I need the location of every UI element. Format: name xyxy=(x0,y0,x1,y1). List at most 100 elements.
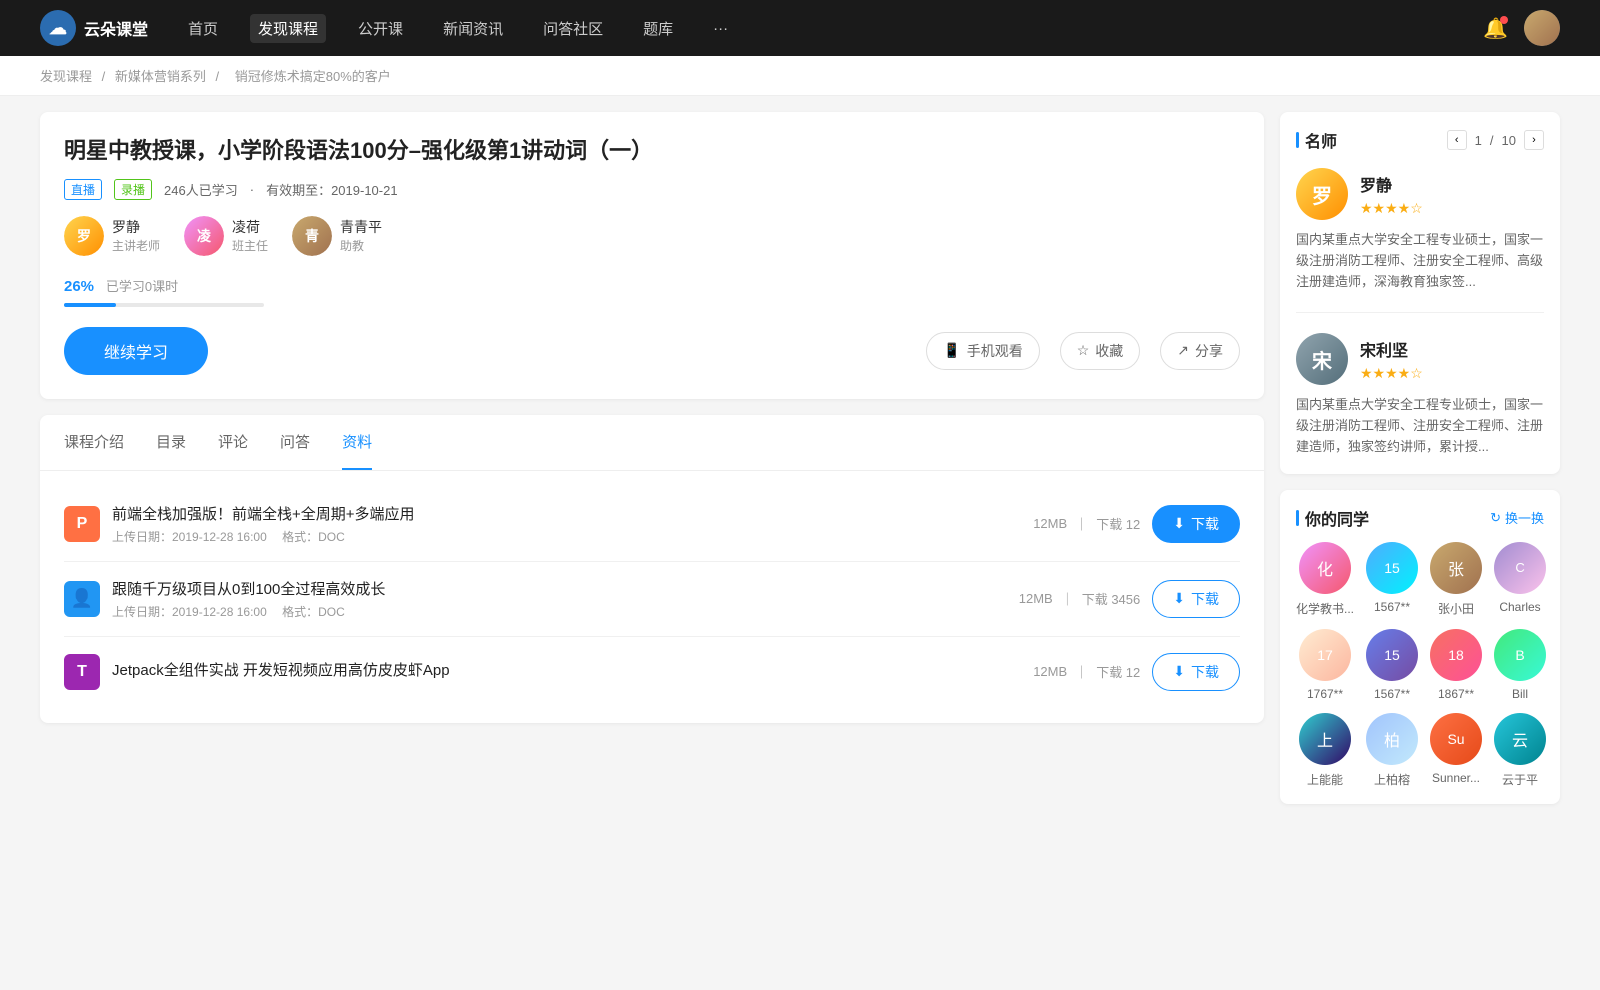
resource-stats-2: 12MB ｜ 下载 12 xyxy=(1033,662,1140,681)
badge-live: 直播 xyxy=(64,179,102,200)
classmate-7[interactable]: B Bill xyxy=(1494,629,1546,701)
download-button-0[interactable]: ⬇ 下载 xyxy=(1152,505,1240,543)
tab-content-resources: P 前端全栈加强版！前端全栈+全周期+多端应用 上传日期：2019-12-28 … xyxy=(40,471,1264,723)
nav-item-more[interactable]: ··· xyxy=(705,16,736,41)
classmate-avatar-10: Su xyxy=(1430,713,1482,765)
classmate-name-4: 1767** xyxy=(1307,687,1343,701)
classmate-2[interactable]: 张 张小田 xyxy=(1430,542,1482,617)
classmate-avatar-1: 15 xyxy=(1366,542,1418,594)
course-actions: 继续学习 📱 手机观看 ☆ 收藏 ↗ 分享 xyxy=(64,327,1240,375)
resource-info-2: Jetpack全组件实战 开发短视频应用高仿皮皮虾App xyxy=(112,659,1021,684)
tab-qa[interactable]: 问答 xyxy=(280,415,310,470)
teacher-sidebar-name-info-0: 罗静 ★★★★☆ xyxy=(1360,172,1423,217)
teacher-role-0: 主讲老师 xyxy=(112,237,160,254)
nav-item-news[interactable]: 新闻资讯 xyxy=(435,14,511,43)
resource-downloads-0: 下载 12 xyxy=(1096,514,1140,533)
mobile-icon: 📱 xyxy=(943,342,960,359)
continue-button[interactable]: 继续学习 xyxy=(64,327,208,375)
pagination: ‹ 1 / 10 › xyxy=(1447,130,1544,150)
classmate-avatar-5: 15 xyxy=(1366,629,1418,681)
share-label: 分享 xyxy=(1195,341,1223,361)
resource-title-0: 前端全栈加强版！前端全栈+全周期+多端应用 xyxy=(112,503,1021,524)
classmate-10[interactable]: Su Sunner... xyxy=(1430,713,1482,788)
download-button-1[interactable]: ⬇ 下载 xyxy=(1152,580,1240,618)
classmate-6[interactable]: 18 1867** xyxy=(1430,629,1482,701)
teacher-avatar-1: 凌 xyxy=(184,216,224,256)
content-area: 明星中教授课，小学阶段语法100分–强化级第1讲动词（一） 直播 录播 246人… xyxy=(40,112,1264,820)
breadcrumb-link-series[interactable]: 新媒体营销系列 xyxy=(115,69,206,84)
teacher-avatar-0: 罗 xyxy=(64,216,104,256)
nav-item-discover[interactable]: 发现课程 xyxy=(250,14,326,43)
teacher-name-1: 凌荷 xyxy=(232,217,268,237)
teacher-0: 罗 罗静 主讲老师 xyxy=(64,216,160,256)
tab-comments[interactable]: 评论 xyxy=(218,415,248,470)
tab-resources[interactable]: 资料 xyxy=(342,415,372,470)
teacher-sidebar-desc-1: 国内某重点大学安全工程专业硕士，国家一级注册消防工程师、注册安全工程师、注册建造… xyxy=(1296,395,1544,457)
classmate-name-5: 1567** xyxy=(1374,687,1410,701)
teacher-sidebar-name-0: 罗静 xyxy=(1360,172,1423,196)
classmate-name-6: 1867** xyxy=(1438,687,1474,701)
resource-date-0: 上传日期：2019-12-28 16:00 xyxy=(112,530,267,544)
favorite-button[interactable]: ☆ 收藏 xyxy=(1060,332,1141,370)
classmate-9[interactable]: 柏 上柏榕 xyxy=(1366,713,1418,788)
teachers-list: 罗 罗静 主讲老师 凌 凌荷 班主任 xyxy=(64,216,1240,256)
nav-item-exam[interactable]: 题库 xyxy=(635,14,681,43)
progress-area: 26% 已学习0课时 xyxy=(64,276,1240,307)
bell-icon[interactable]: 🔔 xyxy=(1483,16,1508,41)
tab-intro[interactable]: 课程介绍 xyxy=(64,415,124,470)
resource-info-1: 跟随千万级项目从0到100全过程高效成长 上传日期：2019-12-28 16:… xyxy=(112,578,1007,620)
classmate-3[interactable]: C Charles xyxy=(1494,542,1546,617)
classmate-name-8: 上能能 xyxy=(1307,771,1343,788)
mobile-view-button[interactable]: 📱 手机观看 xyxy=(926,332,1039,370)
nav-item-qa[interactable]: 问答社区 xyxy=(535,14,611,43)
resource-icon-2: T xyxy=(64,654,100,690)
course-card: 明星中教授课，小学阶段语法100分–强化级第1讲动词（一） 直播 录播 246人… xyxy=(40,112,1264,399)
resource-format-1: 格式：DOC xyxy=(282,605,345,619)
classmate-8[interactable]: 上 上能能 xyxy=(1296,713,1354,788)
classmate-0[interactable]: 化 化学教书... xyxy=(1296,542,1354,617)
resource-stats-0: 12MB ｜ 下载 12 xyxy=(1033,514,1140,533)
page-current: 1 xyxy=(1475,133,1482,148)
resource-info-0: 前端全栈加强版！前端全栈+全周期+多端应用 上传日期：2019-12-28 16… xyxy=(112,503,1021,545)
logo-icon: ☁ xyxy=(40,10,76,46)
teacher-sidebar-name-info-1: 宋利坚 ★★★★☆ xyxy=(1360,337,1423,382)
logo[interactable]: ☁ 云朵课堂 xyxy=(40,10,148,46)
breadcrumb-link-discover[interactable]: 发现课程 xyxy=(40,69,92,84)
classmates-grid: 化 化学教书... 15 1567** 张 张小田 C Charles 17 xyxy=(1296,542,1544,788)
download-icon-0: ⬇ xyxy=(1173,515,1185,532)
download-icon-1: ⬇ xyxy=(1173,590,1185,607)
resource-size-1: 12MB xyxy=(1019,591,1053,606)
resource-size-2: 12MB xyxy=(1033,664,1067,679)
tabs-header: 课程介绍 目录 评论 问答 资料 xyxy=(40,415,1264,471)
teacher-sidebar-1: 宋 宋利坚 ★★★★☆ 国内某重点大学安全工程专业硕士，国家一级注册消防工程师、… xyxy=(1296,333,1544,457)
breadcrumb-sep-2: / xyxy=(216,69,223,84)
next-page-button[interactable]: › xyxy=(1524,130,1544,150)
breadcrumb-sep-1: / xyxy=(102,69,109,84)
classmate-name-2: 张小田 xyxy=(1438,600,1474,617)
nav-item-open[interactable]: 公开课 xyxy=(350,14,411,43)
refresh-button[interactable]: ↻ 换一换 xyxy=(1490,508,1544,527)
share-button[interactable]: ↗ 分享 xyxy=(1160,332,1240,370)
classmates-sidebar-card: 你的同学 ↻ 换一换 化 化学教书... 15 1567** 张 张小田 xyxy=(1280,490,1560,804)
resource-item-2: T Jetpack全组件实战 开发短视频应用高仿皮皮虾App 12MB ｜ 下载… xyxy=(64,637,1240,707)
tab-catalog[interactable]: 目录 xyxy=(156,415,186,470)
classmate-4[interactable]: 17 1767** xyxy=(1296,629,1354,701)
teachers-sidebar-header: 名师 ‹ 1 / 10 › xyxy=(1296,128,1544,152)
classmate-1[interactable]: 15 1567** xyxy=(1366,542,1418,617)
resource-title-2: Jetpack全组件实战 开发短视频应用高仿皮皮虾App xyxy=(112,659,1021,680)
user-avatar-nav[interactable] xyxy=(1524,10,1560,46)
download-label-1: 下载 xyxy=(1191,589,1219,609)
download-label-0: 下载 xyxy=(1191,514,1219,534)
download-button-2[interactable]: ⬇ 下载 xyxy=(1152,653,1240,691)
classmate-name-1: 1567** xyxy=(1374,600,1410,614)
notification-dot xyxy=(1500,16,1508,24)
resource-format-0: 格式：DOC xyxy=(282,530,345,544)
nav-item-home[interactable]: 首页 xyxy=(180,14,226,43)
teachers-sidebar-title: 名师 xyxy=(1296,128,1337,152)
classmate-5[interactable]: 15 1567** xyxy=(1366,629,1418,701)
download-icon-2: ⬇ xyxy=(1173,663,1185,680)
classmate-avatar-11: 云 xyxy=(1494,713,1546,765)
teachers-sidebar-card: 名师 ‹ 1 / 10 › 罗 罗静 ★★★★☆ 国内某重点大学安全工 xyxy=(1280,112,1560,474)
classmate-11[interactable]: 云 云于平 xyxy=(1494,713,1546,788)
prev-page-button[interactable]: ‹ xyxy=(1447,130,1467,150)
